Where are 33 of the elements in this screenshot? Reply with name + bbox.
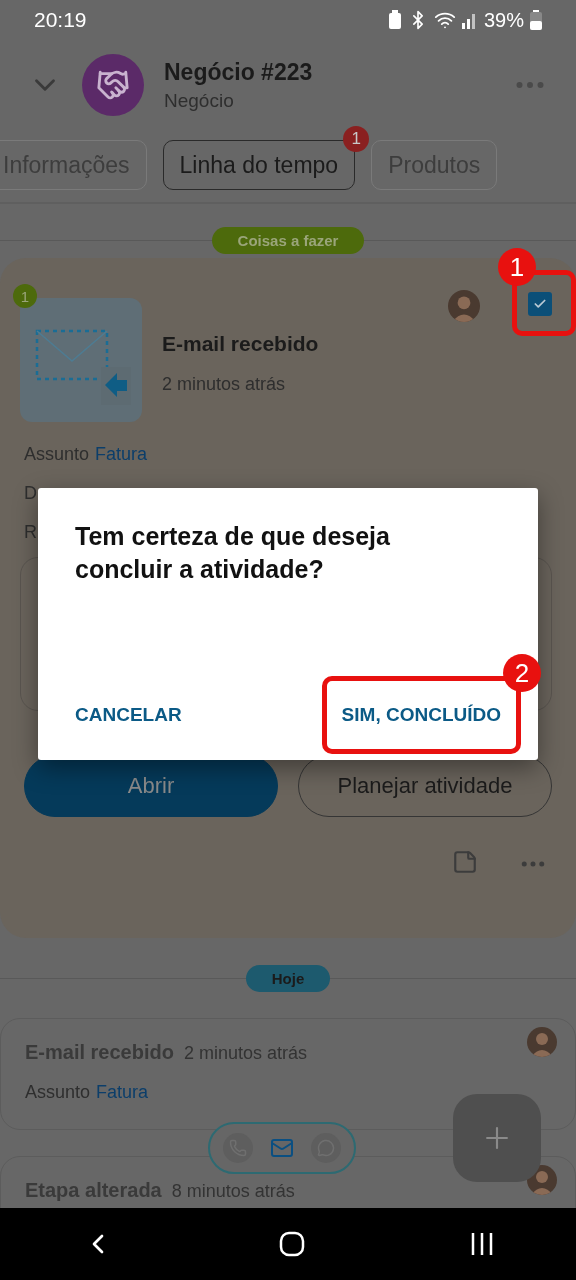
field-value: Fatura	[95, 444, 148, 465]
field-label: D	[24, 483, 37, 504]
recents-icon[interactable]	[469, 1232, 494, 1256]
confirm-button[interactable]: SIM, CONCLUÍDO	[341, 694, 501, 736]
count-badge: 1	[13, 284, 37, 308]
field-value: Fatura	[96, 1082, 149, 1103]
cancel-button[interactable]: CANCELAR	[75, 694, 182, 736]
battery-saver-icon	[387, 10, 402, 30]
field-label: R	[24, 522, 37, 543]
step-number: 2	[503, 654, 541, 692]
check-icon	[533, 297, 547, 311]
avatar	[527, 1027, 557, 1057]
note-icon[interactable]	[452, 849, 478, 875]
notification-badge: 1	[343, 126, 370, 152]
avatar	[448, 290, 480, 322]
battery-percent: 39%	[483, 8, 524, 32]
section-label: Hoje	[245, 964, 331, 992]
field-label: Assunto	[25, 1082, 91, 1103]
add-button[interactable]	[453, 1094, 541, 1182]
step-number: 1	[498, 248, 536, 286]
battery-icon	[530, 10, 542, 30]
field-label: Assunto	[24, 444, 90, 465]
activity-title: E-mail recebido	[162, 332, 320, 356]
mail-icon	[270, 1136, 294, 1160]
home-icon[interactable]	[279, 1231, 305, 1257]
status-time: 20:19	[34, 8, 87, 32]
deal-subtitle: Negócio	[164, 89, 235, 112]
activity-time: 2 minutos atrás	[162, 374, 287, 395]
section-label: Coisas a fazer	[211, 226, 365, 254]
signal-icon	[461, 11, 478, 29]
deal-title: Negócio #223	[164, 58, 314, 86]
dialog-message: Tem certeza de que deseja concluir a atividade?	[75, 521, 391, 585]
complete-checkbox[interactable]	[528, 292, 552, 316]
